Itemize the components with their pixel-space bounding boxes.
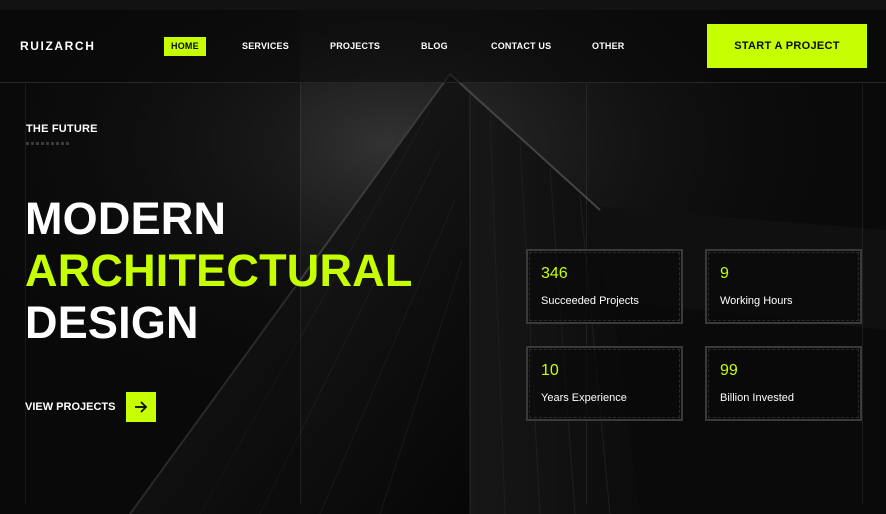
stat-label: Succeeded Projects [541, 295, 639, 307]
start-project-button[interactable]: START A PROJECT [707, 24, 867, 68]
nav-item-blog[interactable]: BLOG [421, 37, 448, 56]
stat-card: 10 Years Experience [526, 346, 683, 421]
stat-card: 9 Working Hours [705, 249, 862, 324]
nav-item-home[interactable]: HOME [164, 37, 206, 56]
site-header: RUIZARCH HOME SERVICES PROJECTS BLOG CON… [0, 10, 886, 83]
hero-headline: MODERN ARCHITECTURAL DESIGN [25, 193, 413, 349]
stat-label: Billion Invested [720, 392, 794, 404]
stat-card: 346 Succeeded Projects [526, 249, 683, 324]
top-strip [0, 0, 886, 10]
stat-value: 346 [541, 265, 568, 282]
nav-item-contact-us[interactable]: CONTACT US [491, 37, 551, 56]
grid-line [862, 84, 863, 504]
landing-page: RUIZARCH HOME SERVICES PROJECTS BLOG CON… [0, 0, 886, 514]
nav-item-services[interactable]: SERVICES [242, 37, 289, 56]
headline-line-3: DESIGN [25, 297, 199, 348]
site-logo[interactable]: RUIZARCH [20, 39, 95, 53]
headline-line-2: ARCHITECTURAL [25, 245, 413, 296]
eyebrow-decoration [26, 142, 70, 145]
headline-line-1: MODERN [25, 193, 227, 244]
arrow-right-icon [135, 401, 148, 413]
stat-value: 10 [541, 362, 559, 379]
stat-label: Working Hours [720, 295, 793, 307]
stat-card: 99 Billion Invested [705, 346, 862, 421]
stat-label: Years Experience [541, 392, 627, 404]
stat-value: 9 [720, 265, 729, 282]
stat-value: 99 [720, 362, 738, 379]
view-projects-link[interactable]: VIEW PROJECTS [25, 392, 157, 422]
nav-item-other[interactable]: OTHER [592, 37, 625, 56]
view-projects-label[interactable]: VIEW PROJECTS [25, 401, 115, 413]
hero-eyebrow: THE FUTURE [26, 123, 98, 135]
view-projects-arrow-button[interactable] [126, 392, 157, 422]
nav-item-projects[interactable]: PROJECTS [330, 37, 380, 56]
